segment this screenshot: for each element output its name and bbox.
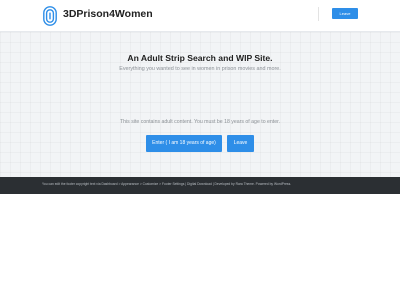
footer-copyright: You can edit the footer copyright text v…	[42, 182, 292, 186]
enter-button[interactable]: Enter ( I am 18 years of age)	[146, 135, 222, 152]
subheadline: Everything you wanted to see in women in…	[119, 66, 281, 72]
leave-button[interactable]: Leave	[227, 135, 254, 152]
headline: An Adult Strip Search and WIP Site.	[127, 53, 273, 63]
age-gate-section: An Adult Strip Search and WIP Site. Ever…	[0, 32, 400, 177]
fingerprint-icon[interactable]	[43, 6, 57, 26]
site-header: 3DPrison4Women Leave	[0, 0, 400, 32]
site-footer: You can edit the footer copyright text v…	[0, 177, 400, 194]
age-notice: This site contains adult content. You mu…	[119, 119, 281, 125]
page: 3DPrison4Women Leave An Adult Strip Sear…	[0, 0, 400, 300]
header-divider	[318, 7, 319, 21]
leave-button-header[interactable]: Leave	[332, 8, 358, 19]
site-title[interactable]: 3DPrison4Women	[63, 8, 153, 20]
